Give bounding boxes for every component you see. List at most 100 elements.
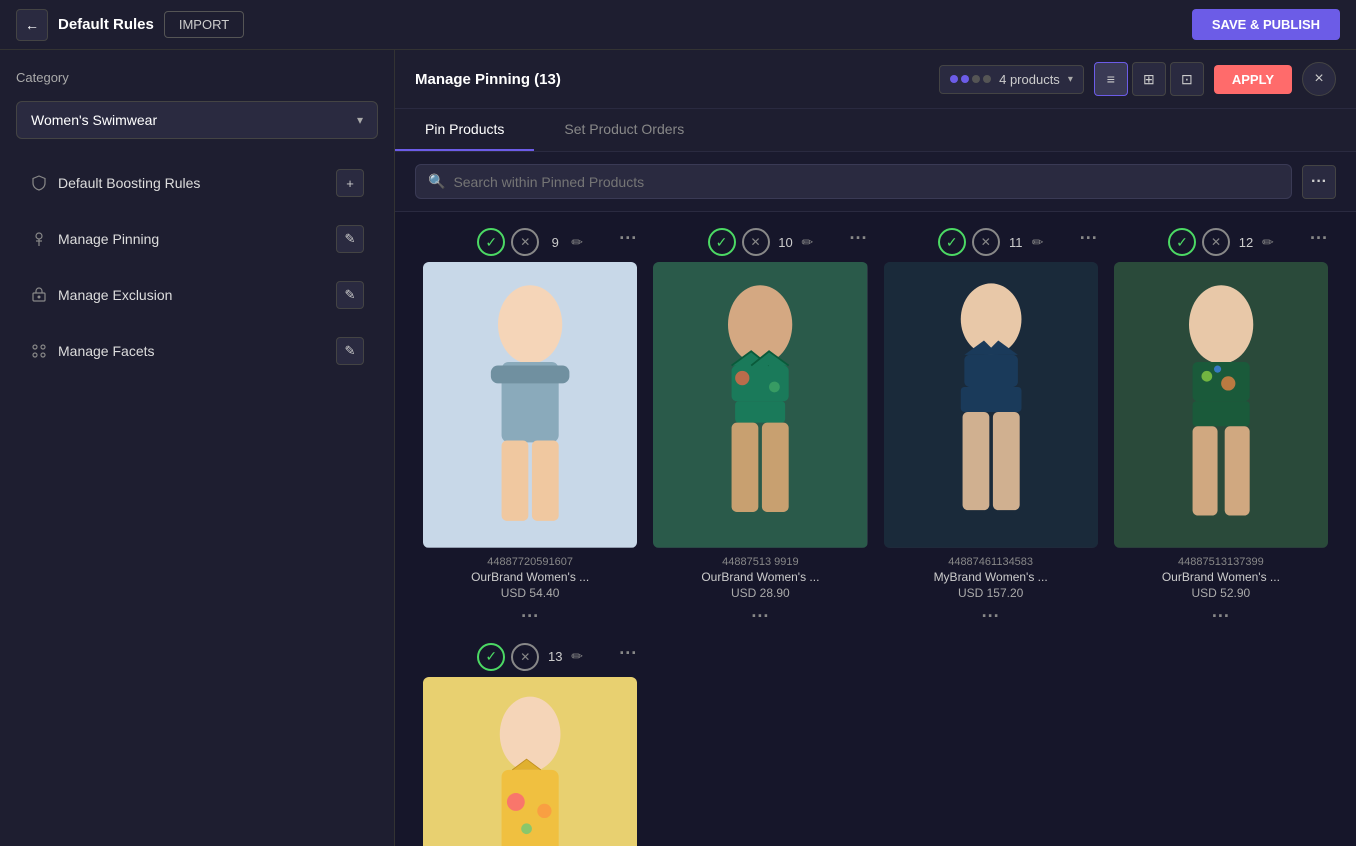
- edit-pin-button[interactable]: ✏: [571, 234, 583, 251]
- pin-number: 11: [1006, 235, 1026, 250]
- card-more-button[interactable]: ···: [619, 228, 637, 249]
- product-card: ✓ ✕ 12 ✏ ··· 44887513137399 OurBrand Wom…: [1106, 220, 1336, 635]
- product-pin-button[interactable]: ✕: [511, 228, 539, 256]
- card-top-actions: ✓ ✕ 10 ✏ ···: [653, 228, 867, 256]
- card-bottom-more-button[interactable]: ···: [982, 606, 1000, 627]
- filter-dots: [950, 75, 991, 83]
- chevron-down-icon: ▾: [357, 113, 363, 127]
- tag-view-button[interactable]: ⊡: [1170, 62, 1204, 96]
- product-image: [653, 262, 867, 548]
- filter-dot-1: [950, 75, 958, 83]
- product-select-button[interactable]: ✓: [477, 228, 505, 256]
- content-header: Manage Pinning (13) 4 products ▾ ≡: [395, 50, 1356, 109]
- edit-pin-button[interactable]: ✏: [802, 234, 814, 251]
- card-more-button[interactable]: ···: [619, 643, 637, 664]
- edit-pin-button[interactable]: ✏: [1262, 234, 1274, 251]
- list-view-button[interactable]: ≡: [1094, 62, 1128, 96]
- product-name: OurBrand Women's ...: [653, 570, 867, 584]
- grid-view-icon: ⊞: [1143, 71, 1155, 88]
- filter-dot-3: [972, 75, 980, 83]
- product-price: USD 157.20: [884, 586, 1098, 600]
- save-publish-button[interactable]: SAVE & PUBLISH: [1192, 9, 1340, 40]
- tab-set-product-orders-label: Set Product Orders: [564, 121, 684, 137]
- product-card: ✓ ✕ 9 ✏ ··· 44887720591607 OurBrand Wome…: [415, 220, 645, 635]
- search-input-wrap: 🔍: [415, 164, 1292, 199]
- card-top-actions: ✓ ✕ 13 ✏ ···: [423, 643, 637, 671]
- product-image: [1114, 262, 1328, 548]
- card-bottom-more-button[interactable]: ···: [521, 606, 539, 627]
- filter-dot-2: [961, 75, 969, 83]
- edit-manage-pinning-button[interactable]: ✎: [336, 225, 364, 253]
- filter-dot-4: [983, 75, 991, 83]
- header-right: 4 products ▾ ≡ ⊞ ⊡ APPLY ×: [939, 62, 1336, 96]
- topbar: ← Default Rules IMPORT SAVE & PUBLISH: [0, 0, 1356, 50]
- import-button[interactable]: IMPORT: [164, 11, 244, 38]
- product-image: [423, 677, 637, 846]
- sidebar-item-manage-pinning[interactable]: Manage Pinning ✎: [16, 215, 378, 263]
- sidebar-item-manage-exclusion[interactable]: Manage Exclusion ✎: [16, 271, 378, 319]
- card-top-actions: ✓ ✕ 9 ✏ ···: [423, 228, 637, 256]
- card-bottom-more-button[interactable]: ···: [751, 606, 769, 627]
- tab-pin-products[interactable]: Pin Products: [395, 109, 534, 151]
- tab-set-product-orders[interactable]: Set Product Orders: [534, 109, 714, 151]
- card-more-button[interactable]: ···: [1310, 228, 1328, 249]
- card-more-button[interactable]: ···: [850, 228, 868, 249]
- card-bottom-more-button[interactable]: ···: [1212, 606, 1230, 627]
- card-top-actions: ✓ ✕ 11 ✏ ···: [884, 228, 1098, 256]
- facet-icon: [30, 342, 48, 360]
- sidebar-item-default-boosting[interactable]: Default Boosting Rules +: [16, 159, 378, 207]
- x-mark-icon: ✕: [981, 235, 991, 249]
- card-bottom-actions: ···: [423, 606, 637, 627]
- apply-button[interactable]: APPLY: [1214, 65, 1292, 94]
- product-id: 44887513 9919: [653, 556, 867, 568]
- product-select-button[interactable]: ✓: [708, 228, 736, 256]
- product-select-button[interactable]: ✓: [938, 228, 966, 256]
- products-count: 4 products: [999, 72, 1060, 87]
- edit-pin-button[interactable]: ✏: [571, 648, 583, 665]
- product-name: MyBrand Women's ...: [884, 570, 1098, 584]
- product-id: 44887461134583: [884, 556, 1098, 568]
- category-dropdown[interactable]: Women's Swimwear ▾: [16, 101, 378, 139]
- more-options-button[interactable]: ···: [1302, 165, 1336, 199]
- checkmark-icon: ✓: [485, 648, 497, 665]
- products-grid: ✓ ✕ 9 ✏ ··· 44887720591607 OurBrand Wome…: [395, 212, 1356, 846]
- pin-icon: [30, 230, 48, 248]
- product-price: USD 52.90: [1114, 586, 1328, 600]
- edit-manage-facets-button[interactable]: ✎: [336, 337, 364, 365]
- pin-number: 10: [776, 235, 796, 250]
- x-mark-icon: ✕: [520, 650, 530, 664]
- sidebar-item-manage-facets[interactable]: Manage Facets ✎: [16, 327, 378, 375]
- checkmark-icon: ✓: [485, 234, 497, 251]
- edit-pin-button[interactable]: ✏: [1032, 234, 1044, 251]
- x-mark-icon: ✕: [750, 235, 760, 249]
- content-area: Manage Pinning (13) 4 products ▾ ≡: [395, 50, 1356, 846]
- card-top-actions: ✓ ✕ 12 ✏ ···: [1114, 228, 1328, 256]
- category-label: Women's Swimwear: [31, 112, 157, 128]
- product-pin-button[interactable]: ✕: [972, 228, 1000, 256]
- product-pin-button[interactable]: ✕: [742, 228, 770, 256]
- product-price: USD 28.90: [653, 586, 867, 600]
- product-card: ✓ ✕ 10 ✏ ··· 44887513 9919 OurBrand Wome…: [645, 220, 875, 635]
- product-pin-button[interactable]: ✕: [511, 643, 539, 671]
- close-button[interactable]: ×: [1302, 62, 1336, 96]
- card-bottom-actions: ···: [884, 606, 1098, 627]
- back-icon: ←: [25, 17, 39, 33]
- page-title: Default Rules: [58, 16, 154, 33]
- product-pin-button[interactable]: ✕: [1202, 228, 1230, 256]
- card-more-button[interactable]: ···: [1080, 228, 1098, 249]
- edit-manage-exclusion-button[interactable]: ✎: [336, 281, 364, 309]
- back-button[interactable]: ←: [16, 9, 48, 41]
- product-select-button[interactable]: ✓: [1168, 228, 1196, 256]
- add-default-boosting-button[interactable]: +: [336, 169, 364, 197]
- view-buttons: ≡ ⊞ ⊡: [1094, 62, 1204, 96]
- exclude-icon: [30, 286, 48, 304]
- product-card: ✓ ✕ 13 ✏ ··· 44887513137400 OurBrand Wom…: [415, 635, 645, 846]
- grid-view-button[interactable]: ⊞: [1132, 62, 1166, 96]
- x-mark-icon: ✕: [1211, 235, 1221, 249]
- product-select-button[interactable]: ✓: [477, 643, 505, 671]
- search-input[interactable]: [453, 174, 1279, 190]
- products-filter[interactable]: 4 products ▾: [939, 65, 1084, 94]
- tab-pin-products-label: Pin Products: [425, 121, 504, 137]
- search-bar: 🔍 ···: [395, 152, 1356, 212]
- pin-number: 12: [1236, 235, 1256, 250]
